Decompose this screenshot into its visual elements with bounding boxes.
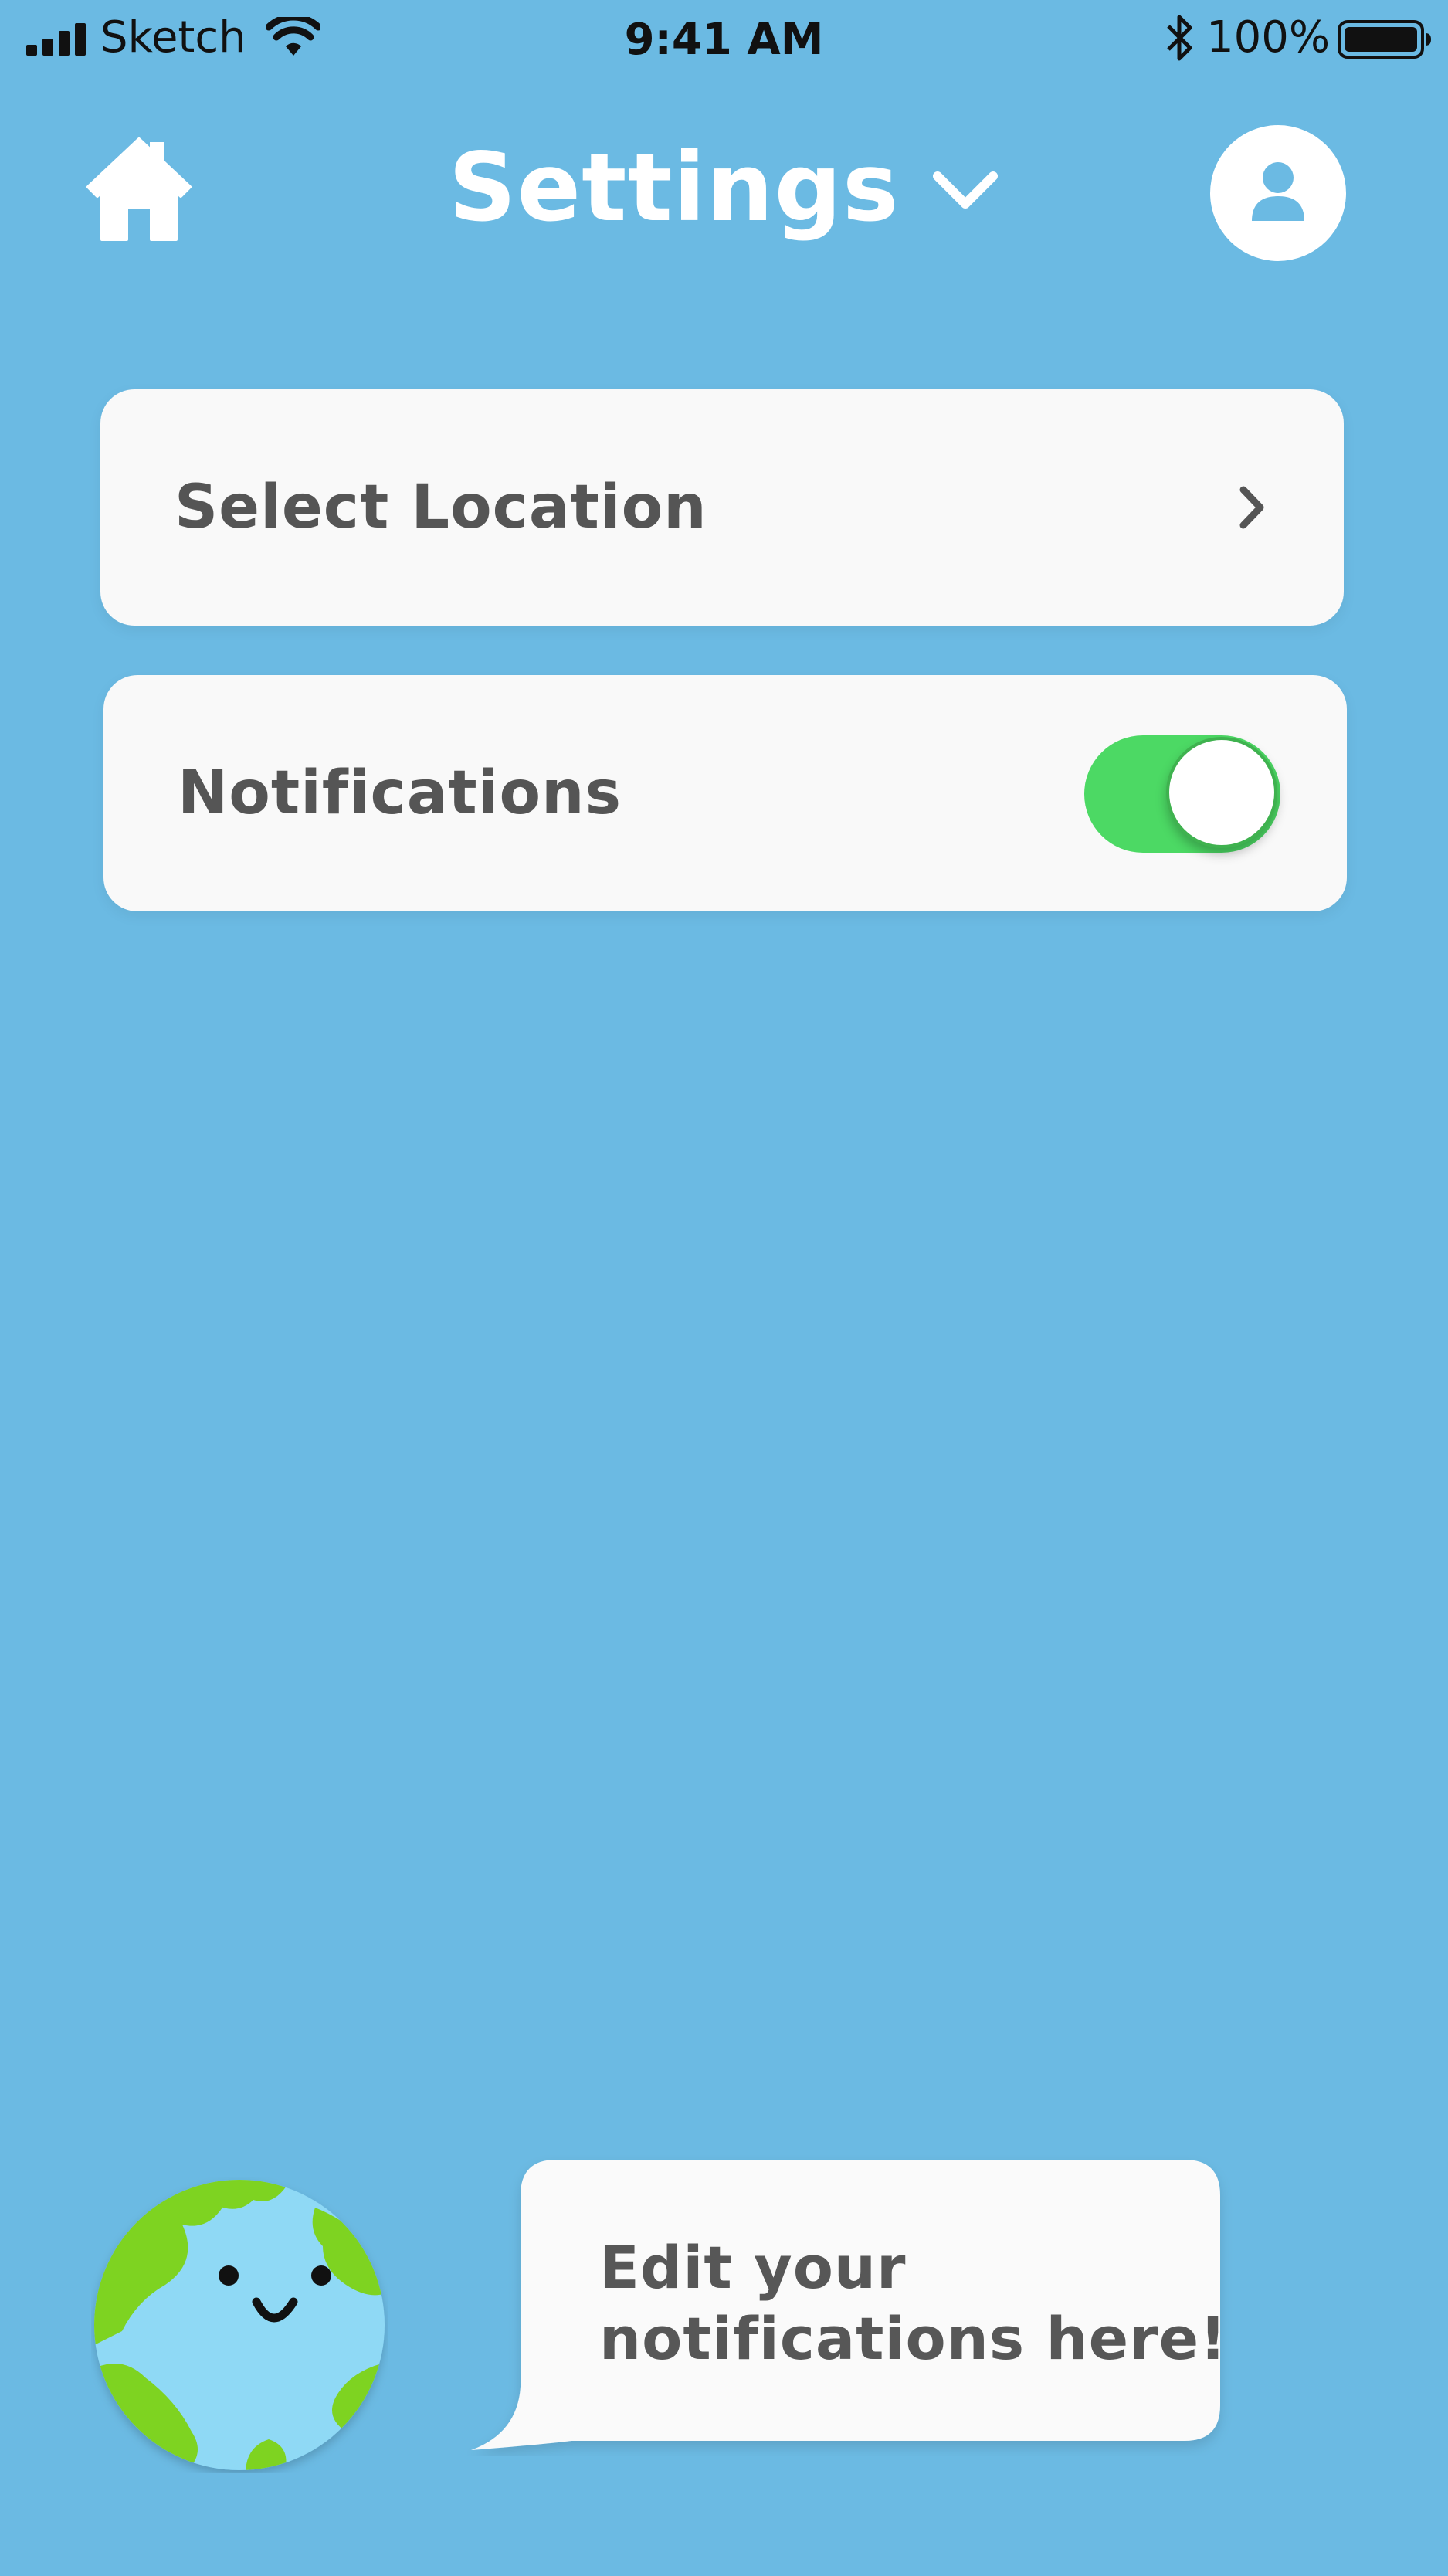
status-bar: Sketch 9:41 AM 100% — [0, 0, 1448, 77]
page-title: Settings — [448, 133, 900, 243]
speech-bubble: Edit your notifications here! — [463, 2155, 1236, 2456]
notifications-row: Notifications — [103, 675, 1347, 911]
settings-screen: Sketch 9:41 AM 100% Settings Select Loca… — [0, 0, 1448, 2576]
assistant-message-line-2: notifications here! — [599, 2304, 1227, 2373]
battery-percent: 100% — [1206, 12, 1331, 63]
smiling-earth-icon — [94, 2180, 385, 2470]
notifications-label: Notifications — [178, 759, 622, 828]
assistant-message-line-1: Edit your — [599, 2233, 907, 2302]
bluetooth-icon — [1167, 15, 1192, 61]
battery-icon — [1338, 20, 1431, 59]
chevron-down-icon[interactable] — [931, 167, 999, 213]
toggle-knob — [1166, 737, 1277, 848]
notifications-toggle[interactable] — [1084, 735, 1280, 853]
assistant-message: Edit your notifications here! — [599, 2232, 1227, 2374]
profile-button[interactable] — [1210, 125, 1346, 261]
chevron-right-icon — [1239, 486, 1264, 529]
select-location-row[interactable]: Select Location — [100, 389, 1344, 626]
user-icon — [1252, 162, 1304, 221]
select-location-label: Select Location — [175, 473, 707, 542]
